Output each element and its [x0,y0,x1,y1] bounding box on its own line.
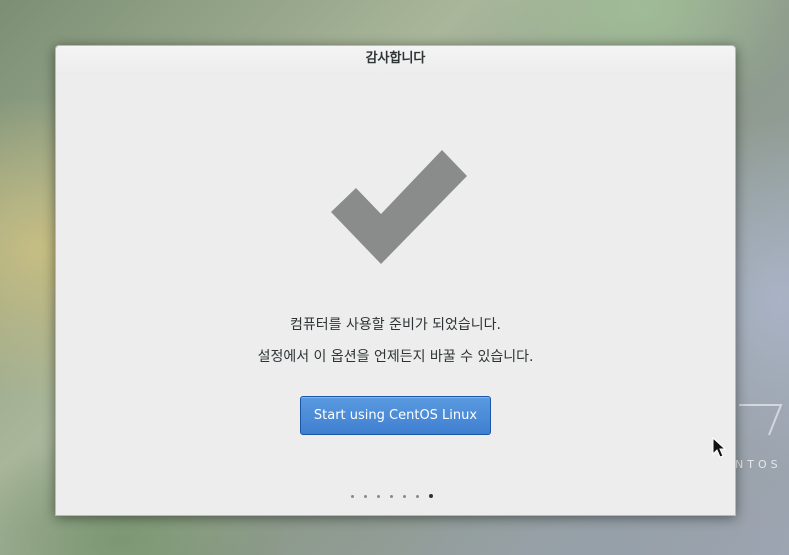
page-dot [351,494,354,498]
page-dot [377,494,380,498]
centos-brand-text: NTOS [735,458,782,471]
page-dot [390,494,393,498]
page-indicator [351,493,433,499]
page-dot [364,494,367,498]
page-dot [403,494,406,498]
options-message: 설정에서 이 옵션을 언제든지 바꿀 수 있습니다. [257,349,534,365]
page-dot [416,494,419,498]
page-dot-current [429,494,433,498]
checkmark-icon [331,150,467,264]
start-using-button[interactable]: Start using CentOS Linux [300,396,491,435]
welcome-dialog: 감사합니다 컴퓨터를 사용할 준비가 되었습니다. 설정에서 이 옵션을 언제든… [55,45,736,516]
mouse-pointer-icon [712,437,726,458]
ready-message: 컴퓨터를 사용할 준비가 되었습니다. [290,317,501,333]
dialog-title: 감사합니다 [56,46,735,76]
